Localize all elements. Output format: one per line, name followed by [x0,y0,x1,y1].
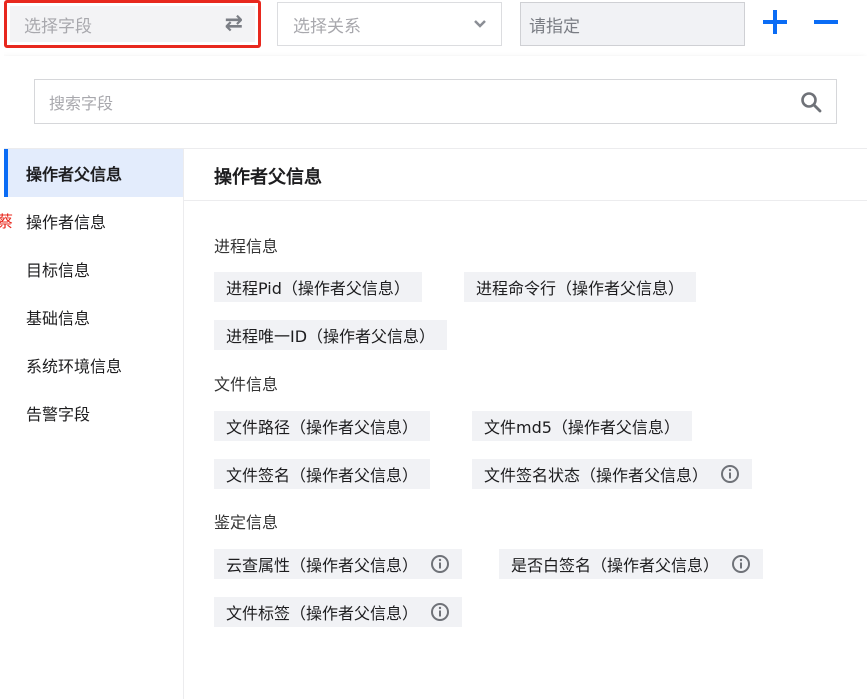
value-input[interactable]: 请指定 [520,2,745,46]
relation-select-placeholder: 选择关系 [293,16,361,37]
field-chip[interactable]: 进程命令行（操作者父信息） [464,272,697,302]
group-title: 文件信息 [214,375,279,394]
swap-arrows-icon[interactable]: ⇄ [225,13,243,35]
sidebar-item-label: 系统环境信息 [26,357,123,376]
field-chip-label: 文件签名（操作者父信息） [226,466,419,485]
field-chip-label: 进程唯一ID（操作者父信息） [226,327,436,346]
field-chip[interactable]: 进程Pid（操作者父信息） [214,272,422,302]
info-icon[interactable] [720,464,740,484]
sidebar-item-label: 目标信息 [26,261,91,280]
sidebar-divider [183,148,184,699]
sidebar-item-label: 基础信息 [26,309,91,328]
sidebar-item-basic-info[interactable]: 基础信息 [4,293,183,341]
field-chip-label: 进程命令行（操作者父信息） [476,279,685,298]
sidebar-item-alert-fields[interactable]: 告警字段 [4,389,183,437]
field-chip-label: 文件路径（操作者父信息） [226,418,419,437]
value-input-placeholder: 请指定 [529,16,580,37]
field-select[interactable]: 选择字段 ⇄ [4,0,261,48]
field-select-placeholder: 选择字段 [24,16,92,37]
field-chip-label: 文件签名状态（操作者父信息） [484,466,709,485]
content-title: 操作者父信息 [214,167,322,188]
sidebar-item-target-info[interactable]: 目标信息 [4,245,183,293]
field-chip[interactable]: 文件标签（操作者父信息） [214,597,463,627]
stray-mark: 蔡 [0,212,14,231]
search-input-placeholder: 搜索字段 [49,93,114,113]
relation-select[interactable]: 选择关系 [277,2,502,46]
field-chip[interactable]: 云查属性（操作者父信息） [214,549,463,579]
field-chip-label: 云查属性（操作者父信息） [226,556,419,575]
field-chip-label: 文件md5（操作者父信息） [484,418,680,437]
group-title: 进程信息 [214,237,279,256]
search-input[interactable]: 搜索字段 [34,79,837,124]
panel-edge [0,0,4,699]
search-icon[interactable] [800,91,822,113]
field-chip-label: 进程Pid（操作者父信息） [226,279,410,298]
sidebar-item-label: 告警字段 [26,405,91,424]
field-chip[interactable]: 是否白签名（操作者父信息） [499,549,764,579]
category-sidebar: 操作者父信息 操作者信息 目标信息 基础信息 系统环境信息 告警字段 [4,149,183,437]
field-dropdown-panel: 搜索字段 操作者父信息 操作者信息 目标信息 基础信息 系统环境信息 告警字段 … [4,56,867,699]
remove-condition-button[interactable] [812,8,840,36]
group-title: 鉴定信息 [214,513,279,532]
add-condition-button[interactable] [761,8,789,36]
field-chip[interactable]: 文件路径（操作者父信息） [214,411,431,441]
sidebar-item-operator-info[interactable]: 操作者信息 [4,197,183,245]
info-icon[interactable] [430,554,450,574]
sidebar-item-label: 操作者父信息 [26,165,123,184]
sidebar-item-label: 操作者信息 [26,213,107,232]
info-icon[interactable] [430,602,450,622]
sidebar-item-system-env-info[interactable]: 系统环境信息 [4,341,183,389]
field-chip-label: 文件标签（操作者父信息） [226,604,419,623]
content-divider [184,200,867,201]
sidebar-item-operator-parent-info[interactable]: 操作者父信息 [4,149,183,197]
field-chip[interactable]: 文件签名状态（操作者父信息） [472,459,753,489]
field-chip[interactable]: 文件md5（操作者父信息） [472,411,692,441]
info-icon[interactable] [731,554,751,574]
chevron-down-icon [474,20,486,28]
field-chip[interactable]: 文件签名（操作者父信息） [214,459,431,489]
field-chip-label: 是否白签名（操作者父信息） [511,556,720,575]
field-chip[interactable]: 进程唯一ID（操作者父信息） [214,320,448,350]
